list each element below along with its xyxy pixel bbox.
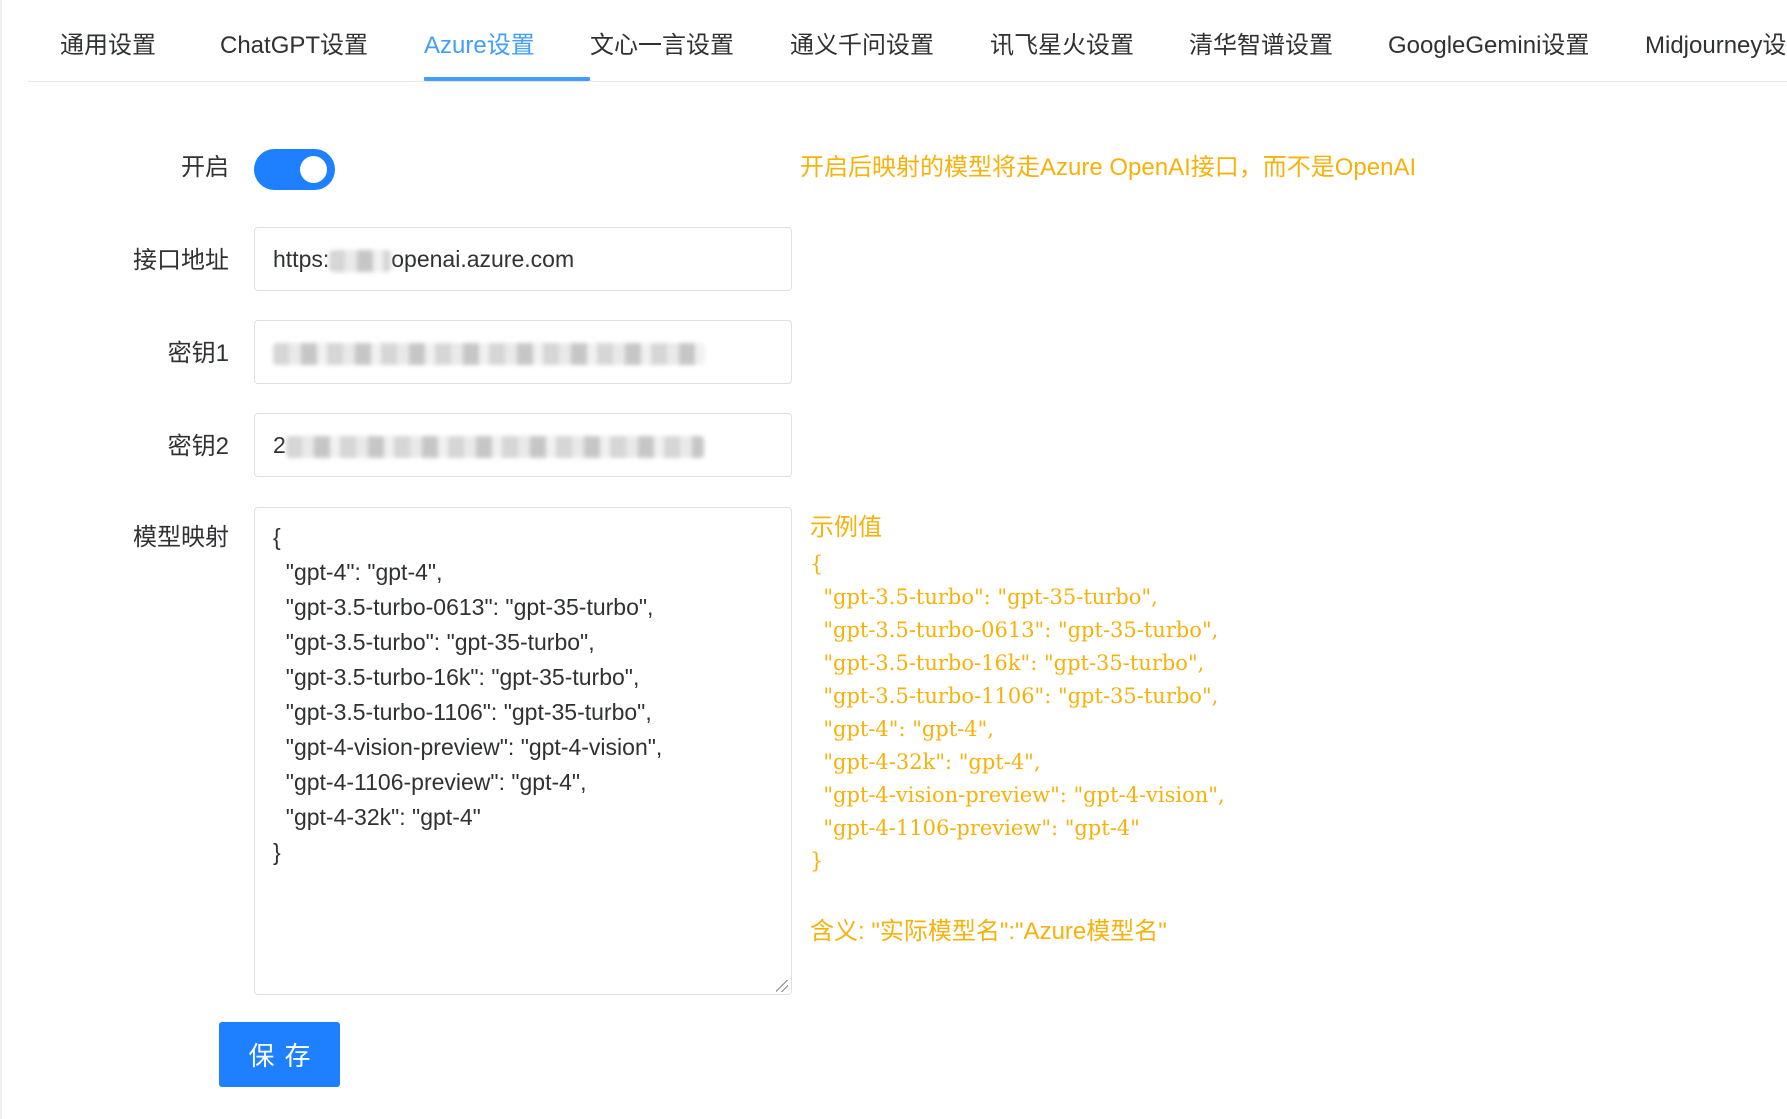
enable-switch[interactable]: [254, 149, 335, 190]
endpoint-suffix: openai.azure.com: [391, 246, 575, 272]
tab-gemini[interactable]: GoogleGemini设置: [1388, 28, 1589, 64]
endpoint-prefix: https:: [273, 246, 330, 272]
enable-label: 开启: [181, 154, 229, 181]
tab-azure[interactable]: Azure设置: [424, 28, 535, 64]
tab-xunfei[interactable]: 讯飞星火设置: [990, 28, 1134, 64]
key2-prefix: 2: [273, 432, 286, 458]
example-title: 示例值: [810, 514, 882, 541]
tab-midjourney[interactable]: Midjourney设置: [1645, 28, 1787, 64]
tab-zhipu[interactable]: 清华智谱设置: [1189, 28, 1333, 64]
tab-general[interactable]: 通用设置: [60, 28, 156, 64]
settings-tabs: 通用设置 ChatGPT设置 Azure设置 文心一言设置 通义千问设置 讯飞星…: [28, 0, 1787, 82]
mapping-textarea[interactable]: { "gpt-4": "gpt-4", "gpt-3.5-turbo-0613"…: [254, 507, 792, 995]
key2-input[interactable]: 2: [254, 413, 792, 477]
mapping-label: 模型映射: [133, 524, 229, 551]
active-tab-indicator: [424, 77, 590, 81]
endpoint-input[interactable]: https: openai.azure.com: [254, 227, 792, 291]
switch-knob: [300, 156, 327, 183]
redacted-blur: [329, 249, 392, 272]
tab-chatgpt[interactable]: ChatGPT设置: [220, 28, 368, 64]
tab-wenxin[interactable]: 文心一言设置: [590, 28, 734, 64]
key2-label: 密钥2: [167, 433, 229, 460]
mapping-meaning: 含义: "实际模型名":"Azure模型名": [810, 918, 1167, 945]
redacted-blur: [273, 342, 705, 365]
save-button[interactable]: 保存: [219, 1022, 340, 1087]
tab-tongyi[interactable]: 通义千问设置: [790, 28, 934, 64]
endpoint-label: 接口地址: [133, 247, 229, 274]
key1-input[interactable]: [254, 320, 792, 384]
settings-page: 通用设置 ChatGPT设置 Azure设置 文心一言设置 通义千问设置 讯飞星…: [0, 0, 1787, 1119]
resize-handle-icon[interactable]: [776, 980, 788, 992]
left-border: [0, 0, 2, 1119]
enable-hint: 开启后映射的模型将走Azure OpenAI接口，而不是OpenAI: [800, 154, 1417, 181]
example-code: { "gpt-3.5-turbo": "gpt-35-turbo", "gpt-…: [810, 552, 1225, 873]
redacted-blur: [285, 435, 704, 458]
key1-label: 密钥1: [167, 340, 229, 367]
